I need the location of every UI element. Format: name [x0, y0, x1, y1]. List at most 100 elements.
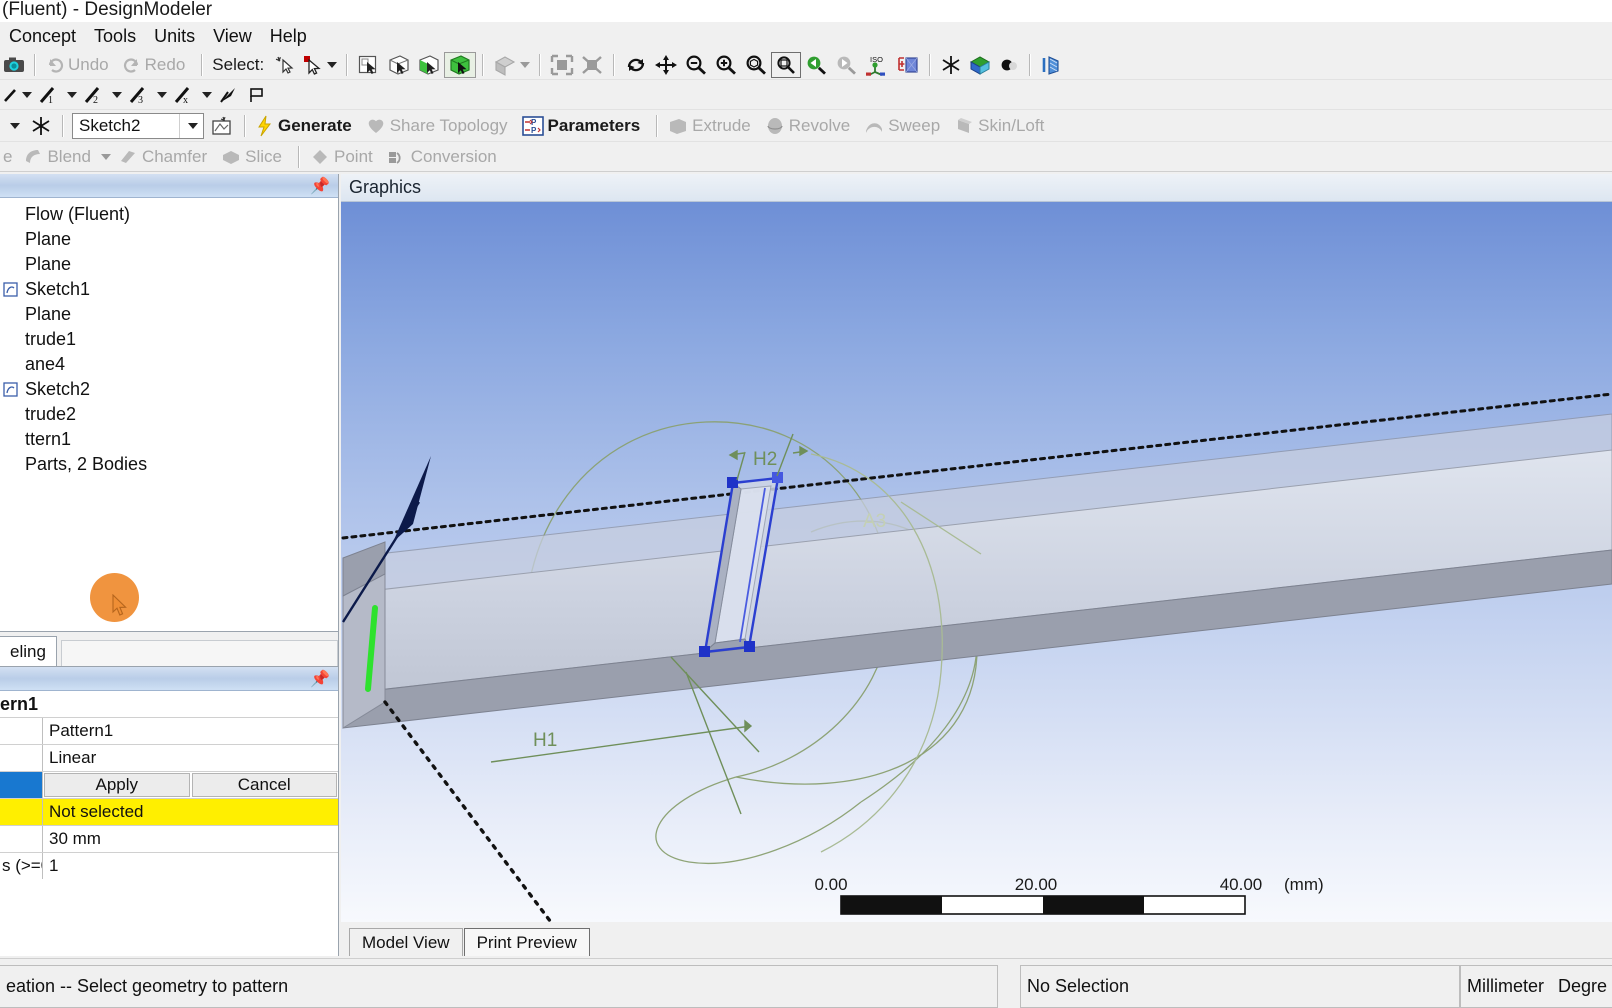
details-row-geometry[interactable]: Not selected	[0, 798, 338, 825]
look-at-face-icon[interactable]	[893, 52, 923, 78]
sketch-projection-tool-icon[interactable]	[206, 113, 238, 139]
display-plane-icon[interactable]	[965, 52, 995, 78]
skin-loft-button[interactable]: Skin/Loft	[950, 113, 1054, 139]
tree-item-plane-3[interactable]: Plane	[0, 302, 338, 327]
tab-model-view[interactable]: Model View	[349, 928, 463, 956]
pan-icon[interactable]	[651, 52, 681, 78]
select-vertex-icon[interactable]	[354, 52, 384, 78]
zoom-icon[interactable]	[681, 52, 711, 78]
tree-item-extrude1[interactable]: trude1	[0, 327, 338, 352]
flag-icon[interactable]	[243, 82, 271, 108]
conversion-button[interactable]: Conversion	[383, 144, 507, 170]
details-row-direction[interactable]: Apply Cancel	[0, 771, 338, 798]
chamfer-button[interactable]: Chamfer	[114, 144, 217, 170]
tree-item-label: Sketch1	[25, 279, 91, 299]
slice-button[interactable]: Slice	[217, 144, 292, 170]
chevron-down-icon[interactable]	[179, 113, 203, 138]
sketch-selector-value: Sketch2	[79, 115, 141, 135]
undo-button[interactable]: Undo	[42, 52, 119, 78]
pin-icon[interactable]: 📌	[310, 176, 330, 196]
zoom-in-icon[interactable]	[711, 52, 741, 78]
box-volume-select-icon[interactable]	[577, 52, 607, 78]
extend-selection-icon[interactable]	[490, 52, 533, 78]
sketch-dropdown-arrow[interactable]	[0, 113, 26, 139]
share-topology-button[interactable]: Share Topology	[362, 113, 518, 139]
pin-sketch-icon[interactable]	[215, 82, 243, 108]
tree-item-sketch1[interactable]: Sketch1	[0, 277, 338, 302]
cancel-button[interactable]: Cancel	[191, 773, 337, 797]
select-face-icon[interactable]	[414, 52, 444, 78]
blend-button[interactable]: Blend	[19, 144, 113, 170]
sketch-projection-icon[interactable]	[26, 113, 56, 139]
sketch-selector[interactable]: Sketch2	[72, 112, 204, 139]
redo-button[interactable]: Redo	[119, 52, 196, 78]
svg-text:x: x	[183, 95, 188, 105]
chevron-down-icon[interactable]	[112, 91, 122, 98]
zoom-to-fit-icon[interactable]	[741, 52, 771, 78]
box-zoom-icon[interactable]	[771, 51, 802, 78]
tree-item-parts-bodies[interactable]: Parts, 2 Bodies	[0, 452, 338, 477]
generate-button[interactable]: Generate	[252, 113, 362, 139]
tree-item-flow-fluent[interactable]: Flow (Fluent)	[0, 202, 338, 227]
new-sketch-1-icon[interactable]: 1	[35, 82, 80, 108]
chevron-down-icon[interactable]	[157, 91, 167, 98]
display-point-icon[interactable]	[995, 52, 1023, 78]
new-plane-icon[interactable]	[0, 82, 35, 108]
parameters-label: Parameters	[547, 115, 641, 135]
magnify-icon[interactable]	[937, 52, 965, 78]
tree-item-plane-1[interactable]: Plane	[0, 227, 338, 252]
tree-item-label: ane4	[25, 354, 66, 374]
sweep-button[interactable]: Sweep	[860, 113, 950, 139]
new-sketch-3-icon[interactable]: 3	[125, 82, 170, 108]
status-unit-length: Millimeter	[1467, 976, 1545, 996]
menu-view[interactable]: View	[204, 24, 261, 49]
tree-item-plane-2[interactable]: Plane	[0, 252, 338, 277]
details-row-name[interactable]: Pattern1	[0, 717, 338, 744]
point-button[interactable]: Point	[306, 144, 383, 170]
menu-help[interactable]: Help	[261, 24, 316, 49]
tree-item-sketch2[interactable]: Sketch2	[0, 377, 338, 402]
next-view-icon[interactable]	[831, 52, 861, 78]
chevron-down-icon[interactable]	[100, 153, 111, 160]
previous-view-icon[interactable]	[801, 52, 831, 78]
chevron-down-icon[interactable]	[520, 61, 531, 68]
chevron-down-icon[interactable]	[67, 91, 77, 98]
select-body-icon[interactable]	[444, 51, 477, 78]
select-cursor-icon[interactable]	[271, 52, 299, 78]
pin-icon[interactable]: 📌	[310, 669, 330, 689]
details-row-pattern-type[interactable]: Linear	[0, 744, 338, 771]
parameters-button[interactable]: P P Parameters	[518, 113, 651, 139]
menu-tools[interactable]: Tools	[85, 24, 145, 49]
camera-icon[interactable]	[0, 52, 28, 78]
chevron-down-icon[interactable]	[22, 91, 32, 98]
menu-units[interactable]: Units	[145, 24, 204, 49]
new-sketch-x-icon[interactable]: x	[170, 82, 215, 108]
details-row-copies[interactable]: s (>=0) 1	[0, 852, 338, 879]
details-row-offset[interactable]: 30 mm	[0, 825, 338, 852]
box-select-icon[interactable]	[547, 52, 577, 78]
details-value[interactable]: Pattern1	[43, 718, 338, 744]
tab-modeling[interactable]: eling	[0, 636, 57, 666]
details-value[interactable]: 30 mm	[43, 826, 338, 852]
tab-print-preview[interactable]: Print Preview	[463, 928, 590, 956]
select-edge-icon[interactable]	[384, 52, 414, 78]
chevron-down-icon[interactable]	[9, 122, 20, 129]
details-value[interactable]: 1	[43, 853, 338, 879]
select-mode-cursor-icon[interactable]	[299, 52, 340, 78]
iso-view-icon[interactable]: ISO	[861, 52, 893, 78]
tree-item-extrude2[interactable]: trude2	[0, 402, 338, 427]
details-value[interactable]: Linear	[43, 745, 338, 771]
new-sketch-2-icon[interactable]: 2	[80, 82, 125, 108]
rotate-icon[interactable]	[621, 52, 651, 78]
revolve-button[interactable]: Revolve	[761, 113, 860, 139]
menu-concept[interactable]: Concept	[0, 24, 85, 49]
chevron-down-icon[interactable]	[202, 91, 212, 98]
cross-section-icon[interactable]	[1037, 52, 1069, 78]
graphics-viewport[interactable]: H2 A3 H1 0.00 20.00 40.00 (mm)	[341, 202, 1612, 922]
apply-button[interactable]: Apply	[44, 773, 190, 797]
chevron-down-icon[interactable]	[327, 61, 338, 68]
extrude-button[interactable]: Extrude	[664, 113, 761, 139]
details-value[interactable]: Not selected	[43, 799, 338, 825]
tree-item-pattern1[interactable]: ttern1	[0, 427, 338, 452]
tree-item-plane4[interactable]: ane4	[0, 352, 338, 377]
